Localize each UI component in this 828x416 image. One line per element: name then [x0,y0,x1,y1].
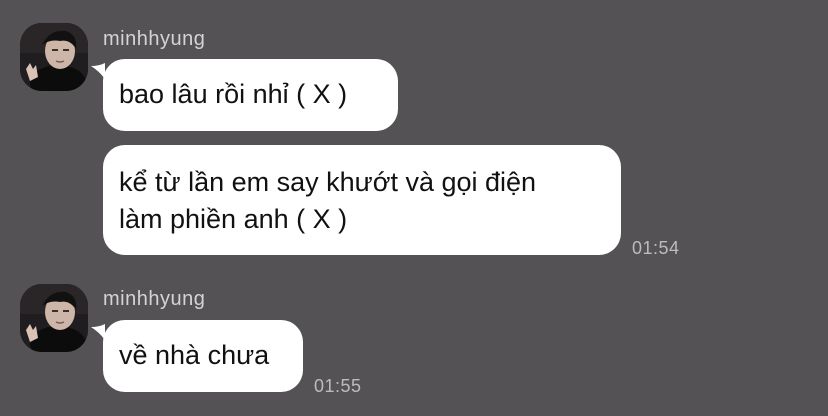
message-bubble[interactable]: bao lâu rồi nhỉ ( X ) [103,59,398,131]
avatar-profile-photo-icon[interactable] [20,23,88,91]
message-bubble[interactable]: kể từ lần em say khướt và gọi điện làm p… [103,145,621,255]
message-text-line: kể từ lần em say khướt và gọi điện [119,167,537,197]
message-text-line: làm phiền anh ( X ) [119,204,348,234]
sender-name: minhhyung [103,28,206,50]
message-timestamp: 01:55 [314,376,362,396]
message-timestamp: 01:54 [632,238,680,258]
message-bubble[interactable]: về nhà chưa [103,320,303,392]
sender-name: minhhyung [103,288,206,310]
message-text: bao lâu rồi nhỉ ( X ) [119,79,348,109]
message-text: về nhà chưa [119,340,270,370]
avatar-profile-photo-icon[interactable] [20,284,88,352]
